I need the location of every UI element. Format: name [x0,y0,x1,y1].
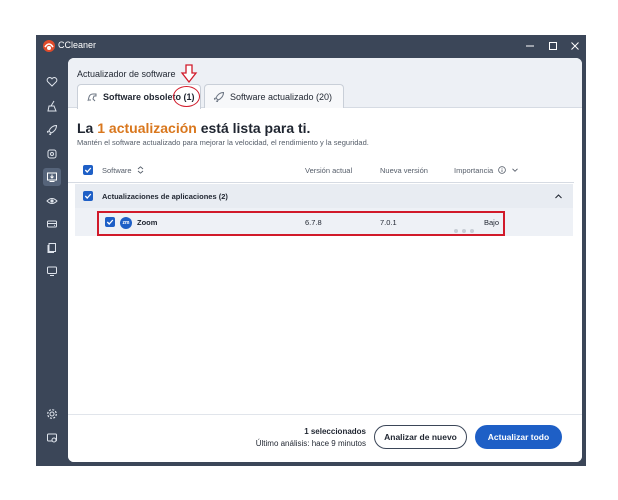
sidebar-item-software-updater[interactable] [43,168,61,186]
annotation-highlight-box [97,211,505,236]
maximize-icon [549,42,557,50]
group-row-app-updates[interactable]: Actualizaciones de aplicaciones (2) [75,184,573,208]
column-software-label: Software [102,166,132,175]
checkmark-icon [84,167,92,173]
group-label: Actualizaciones de aplicaciones (2) [102,192,228,201]
account-icon [47,433,57,443]
rocket-icon [46,124,58,136]
sidebar-item-settings[interactable] [43,405,61,423]
tab-updated-software[interactable]: Software actualizado (20) [204,84,344,108]
sidebar-item-privacy[interactable] [43,192,61,210]
headline-prefix: La [77,120,98,136]
dinosaur-icon [87,93,97,102]
ccleaner-logo-icon [43,40,55,52]
title-bar: CCleaner [36,35,586,57]
software-update-icon [47,172,57,182]
shield-icon [47,149,57,159]
footer-bar: 1 seleccionados Último análisis: hace 9 … [68,414,582,462]
heart-icon [46,77,58,87]
main-panel: Actualizador de software Software obsole… [68,58,582,462]
info-icon [498,166,507,174]
app-title: CCleaner [58,40,97,50]
update-all-button[interactable]: Actualizar todo [475,425,562,449]
tab-updated-label: Software actualizado (20) [230,91,333,102]
minimize-icon [526,45,534,47]
sidebar-item-health-check[interactable] [43,73,61,91]
checkmark-icon [84,193,92,199]
gear-icon [47,409,57,419]
column-header-current-version: Versión actual [305,166,353,175]
chevron-up-icon[interactable] [554,192,563,201]
monitor-icon [47,266,57,276]
broom-icon [47,100,57,112]
drive-icon [47,220,57,228]
documents-icon [47,243,56,253]
annotation-arrow-icon [180,64,198,84]
last-scan-text: Último análisis: hace 9 minutos [255,439,366,448]
column-header-importance[interactable]: Importancia [454,166,519,175]
privacy-eye-icon [46,198,58,204]
sidebar-item-registry[interactable] [43,215,61,233]
minimize-button[interactable] [522,38,538,54]
select-all-checkbox[interactable] [83,165,93,175]
page-headline: La 1 actualización está lista para ti. [77,120,310,136]
rocket-icon [213,91,225,102]
annotation-highlight-circle [173,86,200,107]
sort-icon [137,166,144,174]
sidebar-item-performance[interactable] [43,121,61,139]
close-icon [571,42,579,50]
analyze-again-button[interactable]: Analizar de nuevo [374,425,467,449]
headline-suffix: está lista para ti. [196,120,311,136]
header-divider [68,182,574,183]
sidebar-item-driver-updater[interactable] [43,145,61,163]
chevron-down-icon [512,168,519,172]
selected-count: 1 seleccionados [304,427,366,436]
sidebar-item-tools[interactable] [43,239,61,257]
sidebar-item-custom-clean[interactable] [43,97,61,115]
close-button[interactable] [567,38,583,54]
column-header-software[interactable]: Software [102,166,144,175]
page-description: Mantén el software actualizado para mejo… [77,138,369,147]
section-title: Actualizador de software [77,69,176,79]
column-header-new-version: Nueva versión [380,166,428,175]
headline-accent: 1 actualización [97,120,197,136]
maximize-button[interactable] [545,38,561,54]
sidebar-item-account[interactable] [43,429,61,447]
panel-header: Actualizador de software Software obsole… [68,58,582,109]
column-importance-label: Importancia [454,166,494,175]
sidebar-item-pc-health[interactable] [43,262,61,280]
group-checkbox[interactable] [83,191,93,201]
